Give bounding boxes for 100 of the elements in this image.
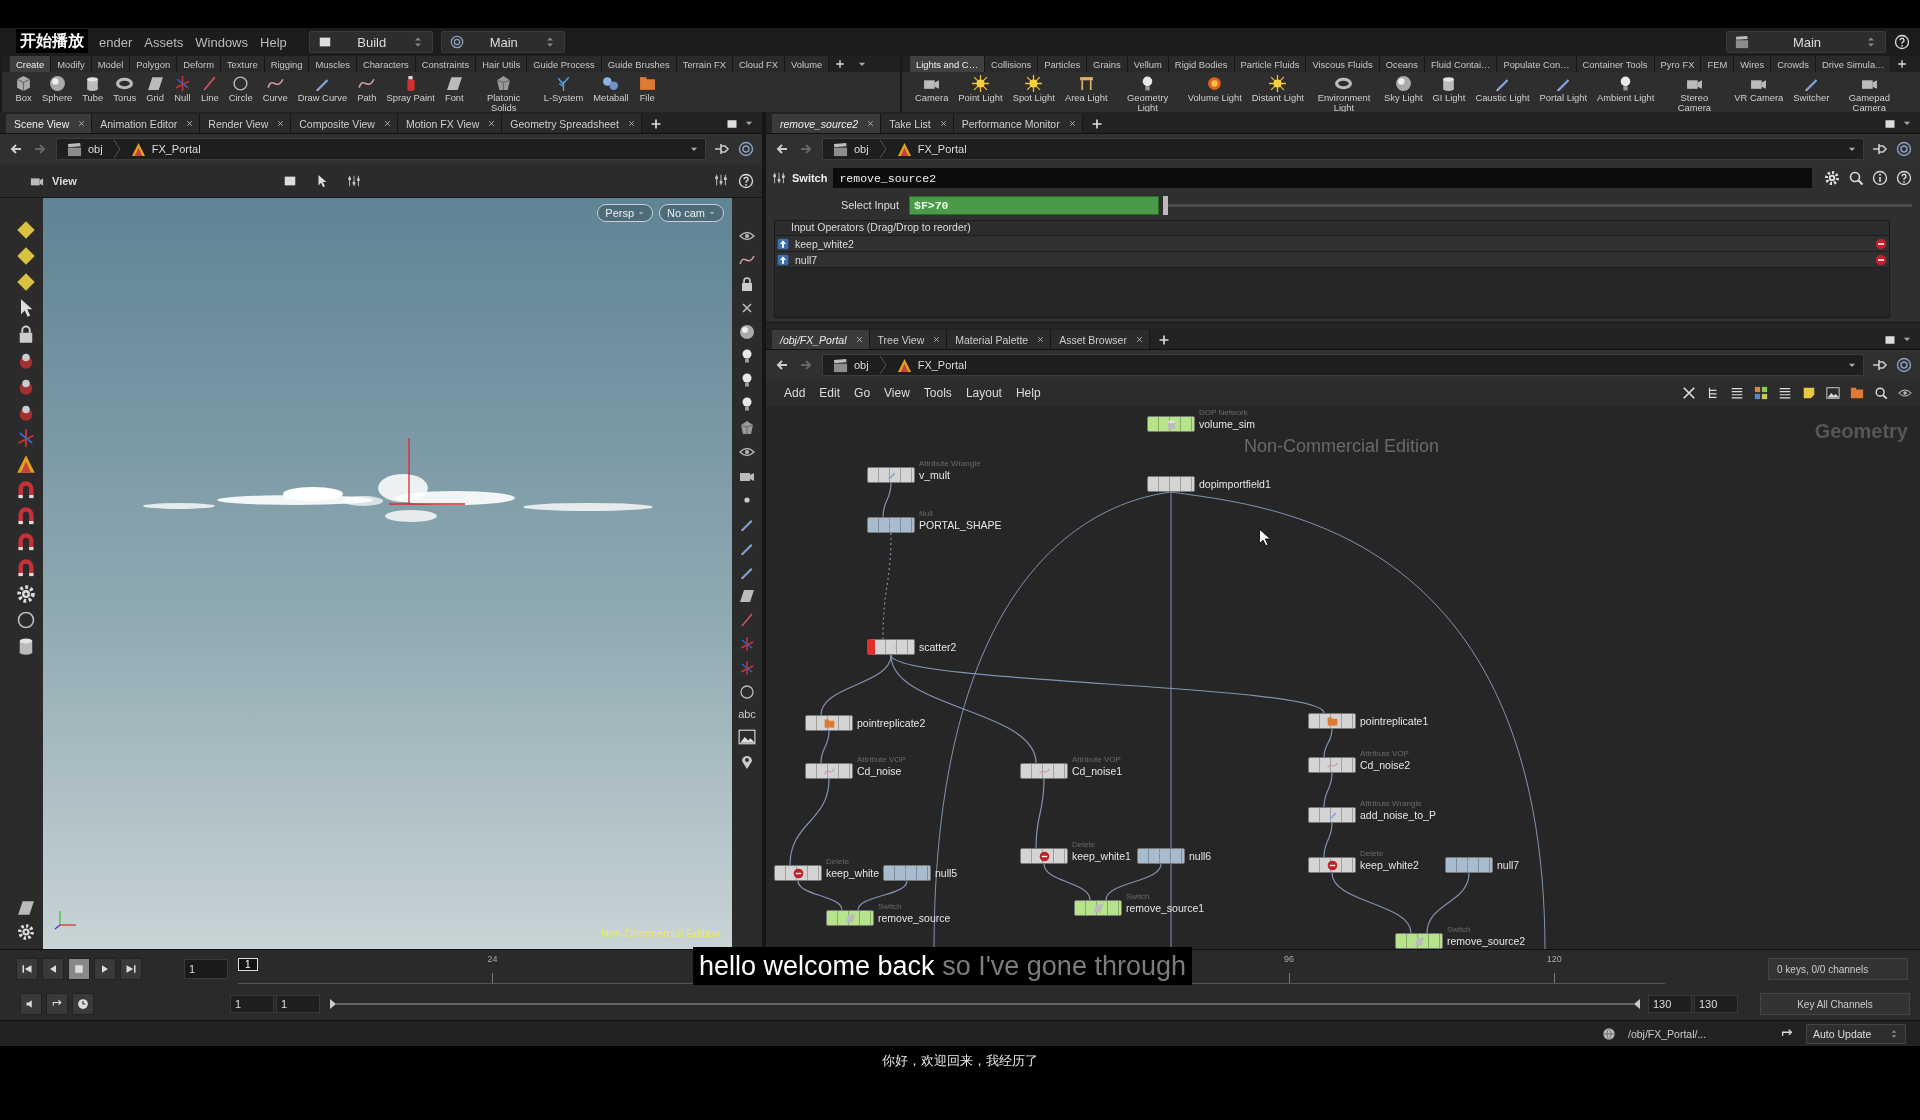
path-segment[interactable]: FX_Portal — [126, 141, 205, 157]
pane-tab[interactable]: Render View — [200, 114, 292, 133]
node-tile[interactable] — [1074, 900, 1122, 916]
shelf-tool[interactable]: Null — [170, 75, 194, 103]
shelf-tab[interactable]: Grains — [1087, 56, 1128, 72]
range-field[interactable]: 1 — [276, 995, 320, 1013]
shelf-tool[interactable]: Path — [354, 75, 380, 103]
shelf-tab[interactable]: Populate Con… — [1497, 56, 1577, 72]
shelf-tool[interactable]: File — [635, 75, 659, 103]
shelf-tab[interactable]: Create — [10, 56, 52, 72]
shelf-tool[interactable]: Draw Curve — [294, 75, 351, 103]
toolbar-button[interactable] — [46, 993, 68, 1015]
node-tile[interactable] — [1445, 857, 1493, 873]
shelf-tool[interactable]: Caustic Light — [1472, 75, 1533, 103]
slider-thumb[interactable] — [1163, 195, 1168, 215]
node-tile[interactable] — [1395, 933, 1443, 949]
shelf-tab[interactable]: Oceans — [1379, 56, 1425, 72]
frame-field[interactable]: 1 — [184, 959, 228, 979]
shelf-tool[interactable]: Box — [12, 75, 35, 103]
node-tile[interactable] — [1020, 763, 1068, 779]
shelf-tab[interactable]: Rigid Bodies — [1168, 56, 1235, 72]
shelf-tab[interactable]: Guide Brushes — [601, 56, 677, 72]
pane-tab[interactable]: Composite View — [291, 114, 398, 133]
menu-item[interactable]: Layout — [959, 386, 1008, 400]
menu-item[interactable]: Assets — [144, 34, 184, 50]
range-field[interactable]: 130 — [1648, 995, 1692, 1013]
shelf-tab[interactable]: Viscous Fluids — [1306, 56, 1380, 72]
shelf-tab[interactable]: Vellum — [1127, 56, 1169, 72]
shelf-tab[interactable]: Guide Process — [527, 56, 602, 72]
shelf-tool[interactable]: Grid — [143, 75, 167, 103]
key-channels-button[interactable]: Key All Channels — [1760, 993, 1910, 1015]
shelf-tab[interactable]: Constraints — [415, 56, 477, 72]
shelf-tool[interactable]: Torus — [110, 75, 140, 103]
path-segment[interactable]: obj — [829, 141, 873, 157]
node-tile[interactable] — [1308, 807, 1356, 823]
node-tile[interactable] — [1308, 757, 1356, 773]
shelf-tool[interactable]: Switcher — [1790, 75, 1833, 103]
menu-item[interactable]: Edit — [813, 386, 847, 400]
shelf-tab[interactable]: Modify — [51, 56, 92, 72]
shelf-tab[interactable]: Deform — [177, 56, 221, 72]
layout-dropdown[interactable]: Main — [440, 31, 565, 53]
shelf-tab[interactable]: Container Tools — [1576, 56, 1655, 72]
shelf-tool[interactable]: Sky Light — [1380, 75, 1426, 103]
range-handle[interactable] — [330, 999, 336, 1009]
path-field[interactable]: obj FX_Portal — [56, 138, 706, 160]
toolbar-button[interactable] — [72, 993, 94, 1015]
pane-tab[interactable]: Performance Monitor — [953, 114, 1083, 133]
path-segment[interactable]: FX_Portal — [892, 141, 971, 157]
node-tile[interactable] — [1308, 857, 1356, 873]
shelf-tool[interactable]: Sphere — [39, 75, 76, 103]
path-field[interactable]: obj FX_Portal — [822, 138, 1864, 160]
shelf-tool[interactable]: Portal Light — [1536, 75, 1590, 103]
shelf-tab[interactable]: Crowds — [1771, 56, 1816, 72]
shelf-tab[interactable]: Particle Fluids — [1234, 56, 1307, 72]
shelf-tool[interactable]: L-System — [540, 75, 587, 103]
playback-button[interactable] — [68, 958, 90, 980]
path-segment[interactable]: obj — [63, 141, 107, 157]
desktop-dropdown[interactable]: Build — [308, 31, 433, 53]
pane-tab[interactable]: remove_source2 — [772, 114, 882, 133]
shelf-tab[interactable]: Texture — [220, 56, 265, 72]
shelf-tool[interactable]: VR Camera — [1731, 75, 1787, 103]
shelf-tool[interactable]: Spray Paint — [383, 75, 438, 103]
shelf-tab[interactable]: Volume — [785, 56, 830, 72]
pane-tab[interactable]: Scene View — [6, 114, 93, 133]
shelf-tool[interactable]: Spot Light — [1009, 75, 1058, 103]
menu-item[interactable]: Go — [848, 386, 877, 400]
update-mode-dropdown[interactable]: Auto Update — [1806, 1023, 1906, 1044]
pane-tab[interactable]: Geometry Spreadsheet — [502, 114, 642, 133]
node-tile[interactable] — [883, 865, 931, 881]
shelf-tab[interactable]: Cloud FX — [732, 56, 786, 72]
node-tile[interactable] — [867, 467, 915, 483]
layout-dropdown[interactable]: Main — [1726, 31, 1886, 53]
pane-tab[interactable]: Asset Browser — [1051, 330, 1150, 349]
node-tile[interactable] — [1147, 416, 1195, 432]
shelf-tab[interactable]: Fluid Contai… — [1424, 56, 1498, 72]
menu-item[interactable]: ender — [99, 34, 133, 50]
shelf-tab[interactable]: Pyro FX — [1654, 56, 1702, 72]
shelf-tab[interactable]: Characters — [356, 56, 416, 72]
shelf-tab[interactable]: Muscles — [309, 56, 357, 72]
shelf-tool[interactable]: Curve — [259, 75, 291, 103]
frame-marker[interactable]: 1 — [238, 958, 258, 971]
pane-tab[interactable]: Motion FX View — [397, 114, 503, 133]
playback-button[interactable] — [16, 958, 38, 980]
playback-button[interactable] — [42, 958, 64, 980]
node-tile[interactable] — [1020, 848, 1068, 864]
node-tile[interactable] — [867, 639, 915, 655]
shelf-tool[interactable]: Stereo Camera — [1661, 75, 1728, 113]
text-tool[interactable]: abc — [738, 708, 756, 720]
shelf-tool[interactable]: Font — [441, 75, 467, 103]
pane-tab[interactable]: Take List — [881, 114, 954, 133]
shelf-tab[interactable]: Polygon — [130, 56, 178, 72]
shelf-tool[interactable]: Volume Light — [1184, 75, 1245, 103]
path-field[interactable]: obj FX_Portal — [822, 354, 1864, 376]
node-tile[interactable] — [867, 517, 915, 533]
menu-item[interactable]: Tools — [917, 386, 958, 400]
shelf-tab[interactable]: Hair Utils — [476, 56, 528, 72]
view-menu[interactable]: View — [24, 172, 83, 189]
shelf-tool[interactable]: Gamepad Camera — [1836, 75, 1903, 113]
menu-item[interactable]: Help — [1009, 386, 1047, 400]
camera-menu[interactable]: Persp — [597, 204, 654, 222]
